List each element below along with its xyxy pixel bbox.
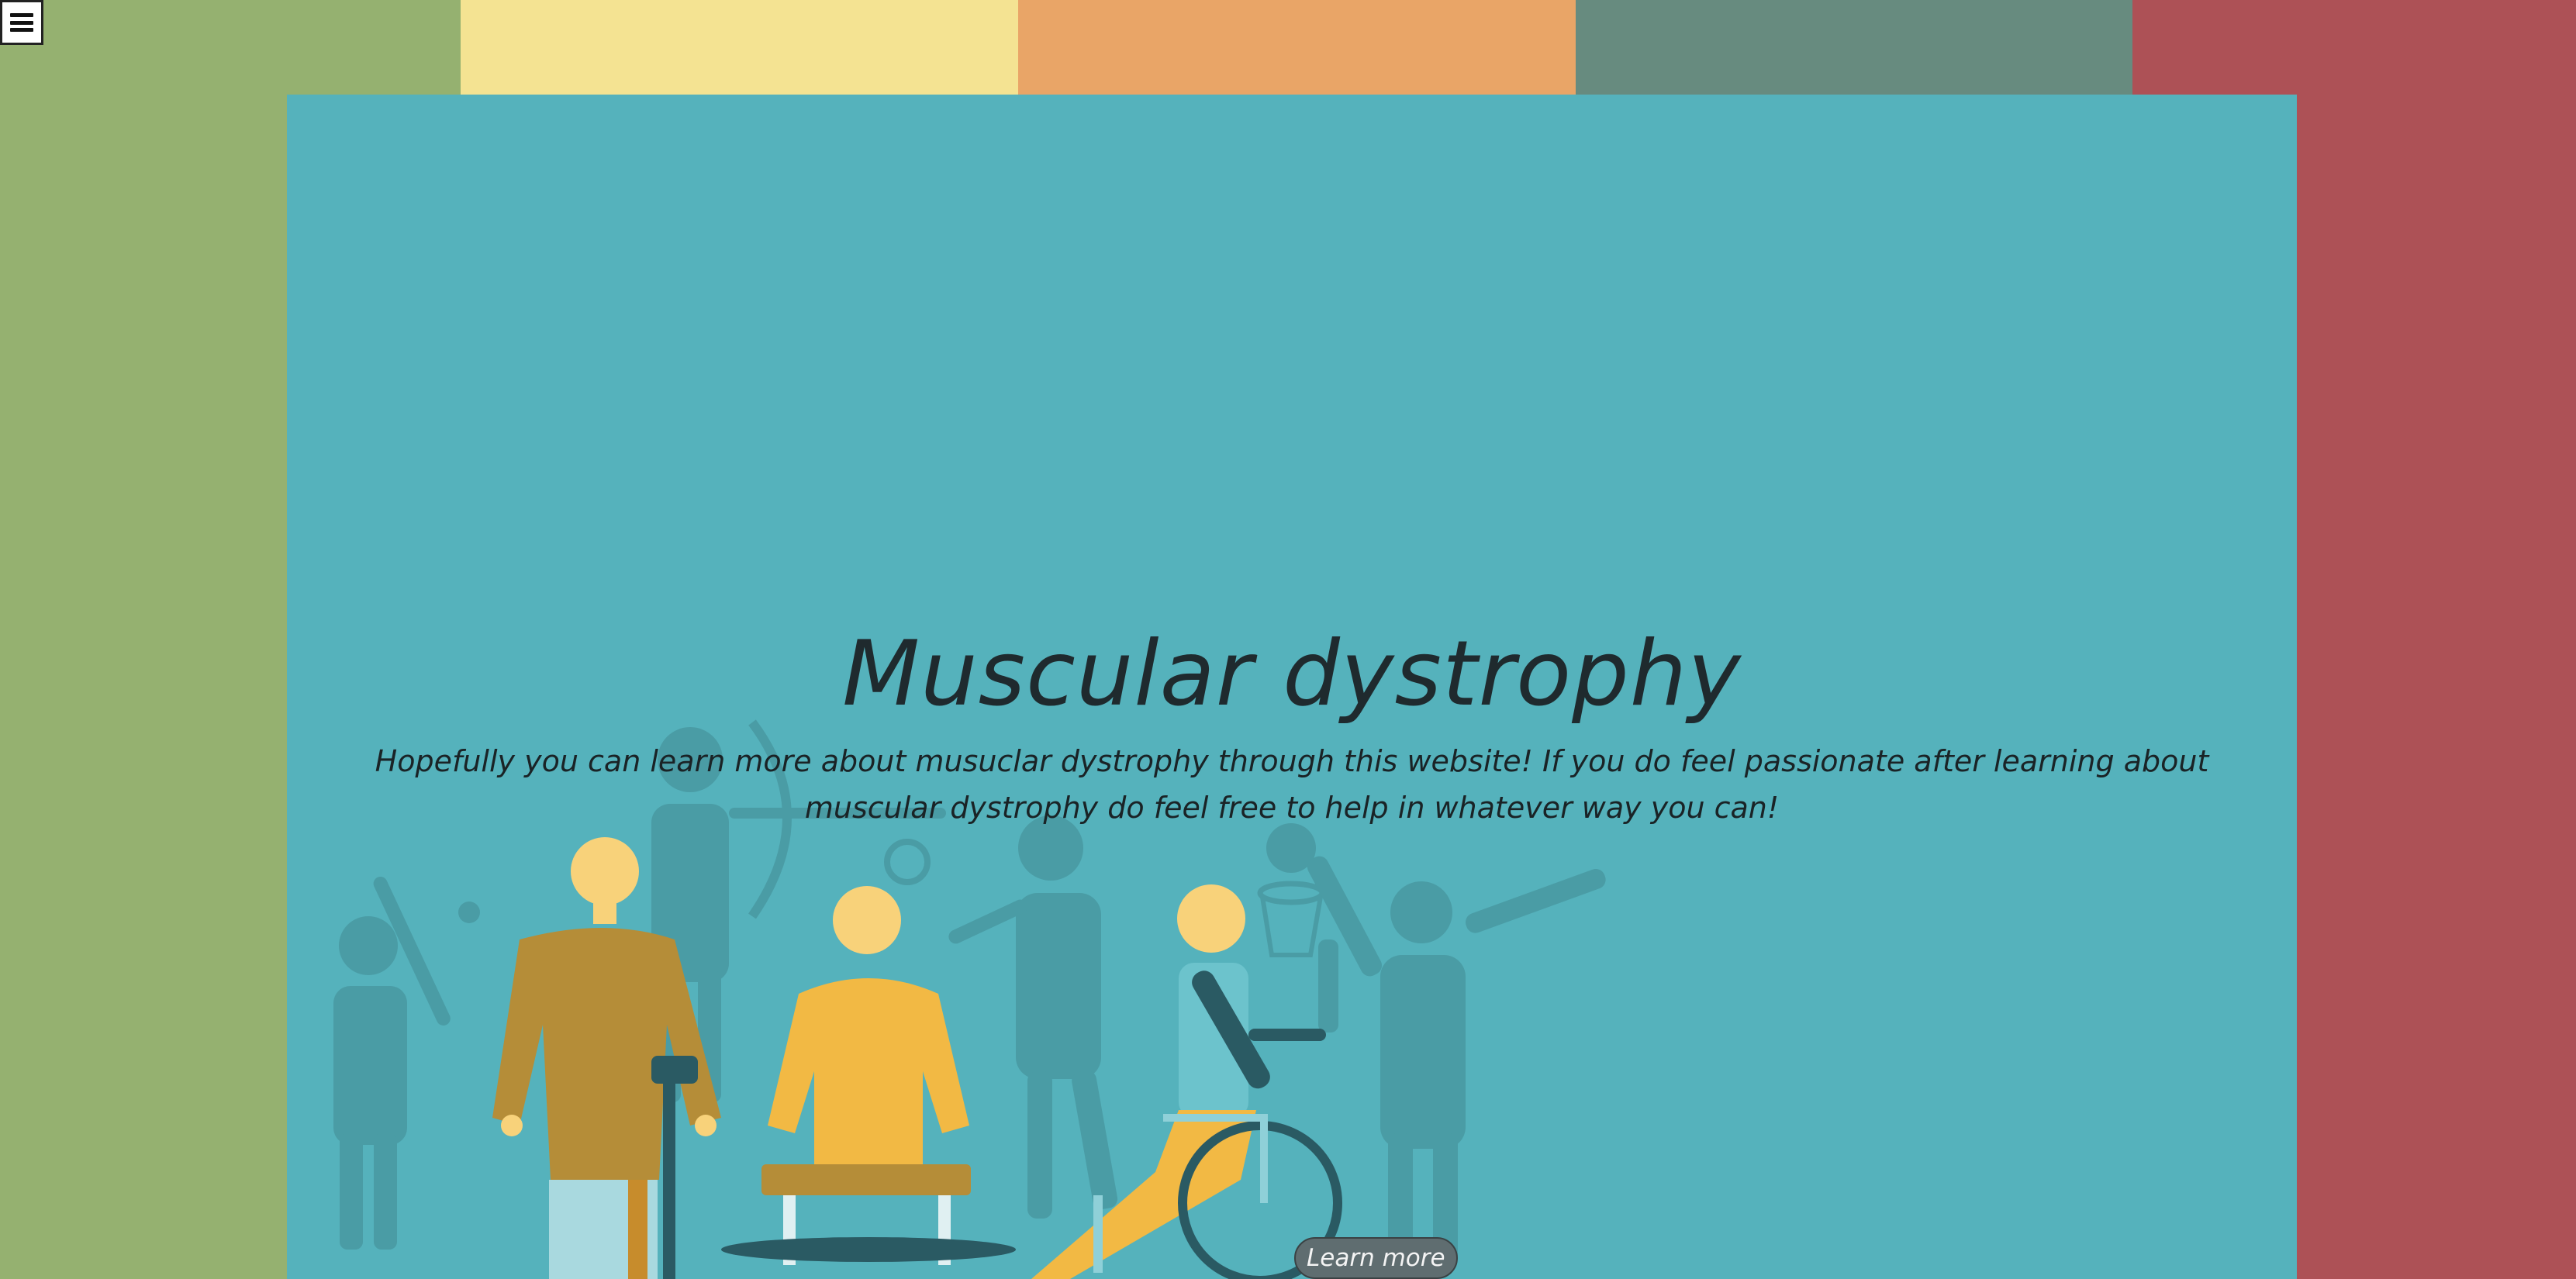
page-title: Muscular dystrophy [842, 622, 1742, 726]
seated-man [721, 886, 1016, 1265]
menu-button[interactable] [0, 0, 43, 45]
learn-more-button[interactable]: Learn more [1294, 1237, 1458, 1279]
hamburger-menu-icon [10, 13, 33, 32]
hero-section: Muscular dystrophy Hopefully you can lea… [287, 95, 2297, 1279]
page-subtitle: Hopefully you can learn more about musuc… [375, 744, 2209, 825]
